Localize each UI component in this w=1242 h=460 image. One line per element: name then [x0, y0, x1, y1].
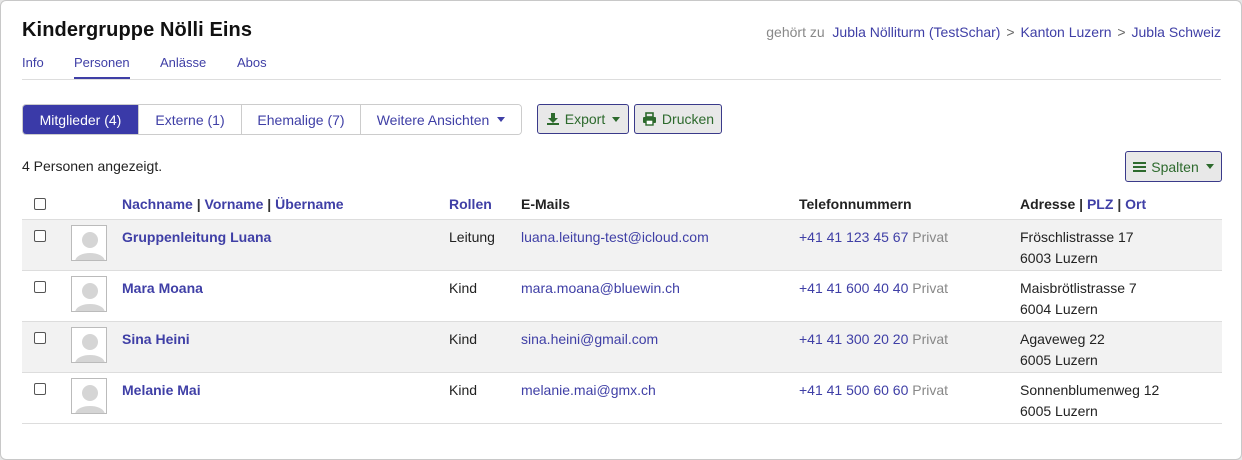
- view-external-button[interactable]: Externe (1): [139, 105, 242, 134]
- avatar[interactable]: [71, 224, 107, 261]
- header-separator: |: [1117, 196, 1122, 213]
- phone-type: Privat: [912, 381, 949, 398]
- phone-type: Privat: [912, 228, 949, 245]
- breadcrumb-link-kanton[interactable]: Kanton Luzern: [1020, 24, 1111, 40]
- chevron-down-icon: [1205, 164, 1214, 169]
- phone-type: Privat: [912, 330, 949, 347]
- page-header: Kindergruppe Nölli Eins gehört zu Jubla …: [22, 19, 1221, 42]
- print-button[interactable]: Drucken: [634, 104, 722, 134]
- list-icon: [1133, 161, 1147, 172]
- view-members-button[interactable]: Mitglieder (4): [23, 105, 139, 134]
- header-emails: E-Mails: [521, 196, 571, 213]
- sort-zip-link[interactable]: PLZ: [1087, 196, 1113, 212]
- user-placeholder-icon: [75, 282, 105, 311]
- download-icon: [546, 113, 559, 125]
- person-name-link[interactable]: Gruppenleitung Luana: [122, 229, 271, 245]
- sort-firstname-link[interactable]: Vorname: [205, 196, 264, 212]
- view-more-label: Weitere Ansichten: [376, 111, 490, 128]
- select-all-checkbox[interactable]: [34, 198, 46, 211]
- address-street: Agaveweg 22: [1020, 330, 1105, 347]
- table-row: Sina Heini Kind sina.heini@gmail.com +41…: [22, 321, 1222, 373]
- table-row: Mara Moana Kind mara.moana@bluewin.ch +4…: [22, 270, 1222, 322]
- address-city: 6005 Luzern: [1020, 402, 1098, 419]
- person-email-link[interactable]: sina.heini@gmail.com: [521, 331, 658, 347]
- breadcrumb: gehört zu Jubla Nölliturm (TestSchar) > …: [766, 24, 1221, 40]
- header-separator: |: [267, 196, 272, 213]
- person-email-link[interactable]: mara.moana@bluewin.ch: [521, 280, 680, 296]
- address-street: Fröschlistrasse 17: [1020, 228, 1134, 245]
- export-button[interactable]: Export: [537, 104, 629, 134]
- person-name-link[interactable]: Melanie Mai: [122, 382, 201, 398]
- view-former-button[interactable]: Ehemalige (7): [242, 105, 361, 134]
- header-separator: |: [196, 196, 201, 213]
- table-row: Melanie Mai Kind melanie.mai@gmx.ch +41 …: [22, 372, 1222, 424]
- person-email-link[interactable]: luana.leitung-test@icloud.com: [521, 229, 709, 245]
- person-phone-link[interactable]: +41 41 500 60 60: [799, 382, 908, 398]
- sort-town-link[interactable]: Ort: [1125, 196, 1146, 212]
- columns-button[interactable]: Spalten: [1125, 151, 1222, 182]
- row-checkbox[interactable]: [34, 280, 46, 293]
- header-separator: |: [1079, 196, 1084, 213]
- person-email-link[interactable]: melanie.mai@gmx.ch: [521, 382, 656, 398]
- printer-icon: [642, 112, 656, 126]
- person-phone-link[interactable]: +41 41 600 40 40: [799, 280, 908, 296]
- sort-lastname-link[interactable]: Nachname: [122, 196, 193, 212]
- row-checkbox[interactable]: [34, 229, 46, 242]
- person-phone-link[interactable]: +41 41 123 45 67: [799, 229, 908, 245]
- sort-nickname-link[interactable]: Übername: [275, 196, 343, 212]
- row-checkbox[interactable]: [34, 382, 46, 395]
- chevron-down-icon: [497, 117, 506, 122]
- header-phones: Telefonnummern: [799, 196, 912, 213]
- row-checkbox[interactable]: [34, 331, 46, 344]
- address-city: 6004 Luzern: [1020, 300, 1098, 317]
- person-phone-link[interactable]: +41 41 300 20 20: [799, 331, 908, 347]
- user-placeholder-icon: [75, 384, 105, 413]
- sort-roles-link[interactable]: Rollen: [449, 196, 492, 212]
- breadcrumb-link-schweiz[interactable]: Jubla Schweiz: [1132, 24, 1222, 40]
- view-more-dropdown[interactable]: Weitere Ansichten: [361, 105, 521, 134]
- tab-abos[interactable]: Abos: [237, 55, 267, 70]
- export-label: Export: [564, 111, 606, 127]
- table-row: Gruppenleitung Luana Leitung luana.leitu…: [22, 219, 1222, 271]
- columns-label: Spalten: [1151, 158, 1199, 175]
- tab-personen[interactable]: Personen: [74, 55, 130, 79]
- header-address: Adresse: [1020, 196, 1076, 213]
- address-city: 6003 Luzern: [1020, 249, 1098, 266]
- print-label: Drucken: [661, 111, 715, 127]
- person-name-link[interactable]: Sina Heini: [122, 331, 190, 347]
- address-street: Maisbrötlistrasse 7: [1020, 279, 1137, 296]
- belongs-to-label: gehört zu: [766, 24, 825, 40]
- avatar[interactable]: [71, 275, 107, 312]
- tab-bar: Info Personen Anlässe Abos: [22, 50, 1221, 80]
- breadcrumb-link-schar[interactable]: Jubla Nölliturm (TestSchar): [832, 24, 1000, 40]
- avatar[interactable]: [71, 326, 107, 363]
- person-role: Leitung: [449, 228, 495, 245]
- user-placeholder-icon: [75, 333, 105, 362]
- person-role: Kind: [449, 381, 478, 398]
- tab-info[interactable]: Info: [22, 55, 44, 70]
- people-table: Nachname | Vorname | Übername Rollen E-M…: [22, 188, 1222, 424]
- breadcrumb-separator: >: [1006, 24, 1015, 40]
- chevron-down-icon: [612, 116, 621, 122]
- result-count: 4 Personen angezeigt.: [22, 158, 163, 174]
- address-city: 6005 Luzern: [1020, 351, 1098, 368]
- table-header-row: Nachname | Vorname | Übername Rollen E-M…: [22, 188, 1222, 220]
- tab-anlaesse[interactable]: Anlässe: [160, 55, 206, 70]
- avatar[interactable]: [71, 377, 107, 414]
- main-card: Kindergruppe Nölli Eins gehört zu Jubla …: [0, 0, 1242, 460]
- person-role: Kind: [449, 279, 478, 296]
- user-placeholder-icon: [75, 231, 105, 260]
- phone-type: Privat: [912, 279, 949, 296]
- address-street: Sonnenblumenweg 12: [1020, 381, 1160, 398]
- person-role: Kind: [449, 330, 478, 347]
- person-name-link[interactable]: Mara Moana: [122, 280, 203, 296]
- view-switcher: Mitglieder (4) Externe (1) Ehemalige (7)…: [22, 104, 522, 135]
- breadcrumb-separator: >: [1117, 24, 1126, 40]
